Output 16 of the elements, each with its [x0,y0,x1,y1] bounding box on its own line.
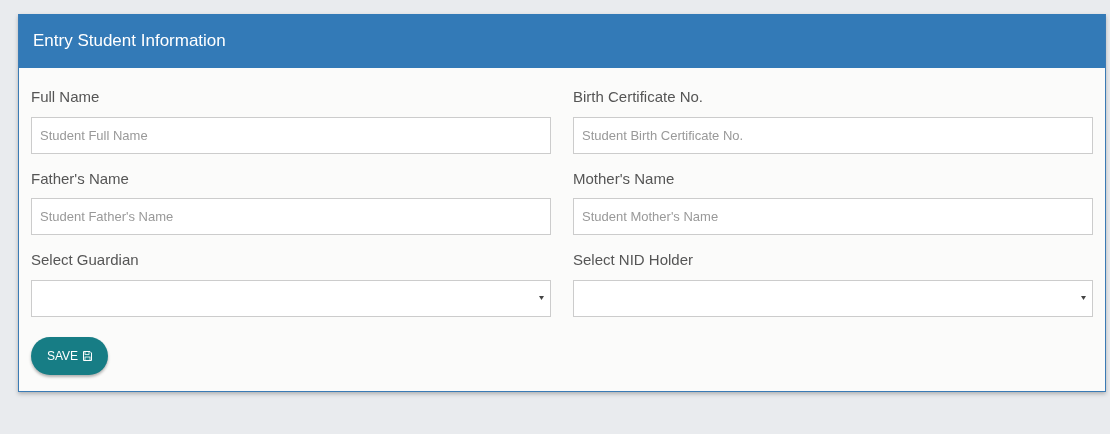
text-field[interactable]: Student Mother's Name [573,198,1093,235]
field-label: Select Guardian [31,250,140,270]
panel-title: Entry Student Information [33,30,226,53]
text-field[interactable]: Student Full Name [31,116,551,154]
field-label: Select NID Holder [573,250,695,270]
field-label: Birth Certificate No. [573,87,705,107]
text-field[interactable]: Student Birth Certificate No. [573,116,1093,154]
field-label: Mother's Name [573,168,676,189]
text-field[interactable]: Student Father's Name [31,198,551,235]
caret-icon [539,295,544,301]
dropdown-field[interactable] [573,279,1093,317]
save-button[interactable]: SAVE [31,336,109,375]
caret-icon [1081,295,1086,301]
field-label: Full Name [31,87,101,107]
field-label: Father's Name [31,168,130,189]
dropdown-field[interactable] [31,279,551,317]
